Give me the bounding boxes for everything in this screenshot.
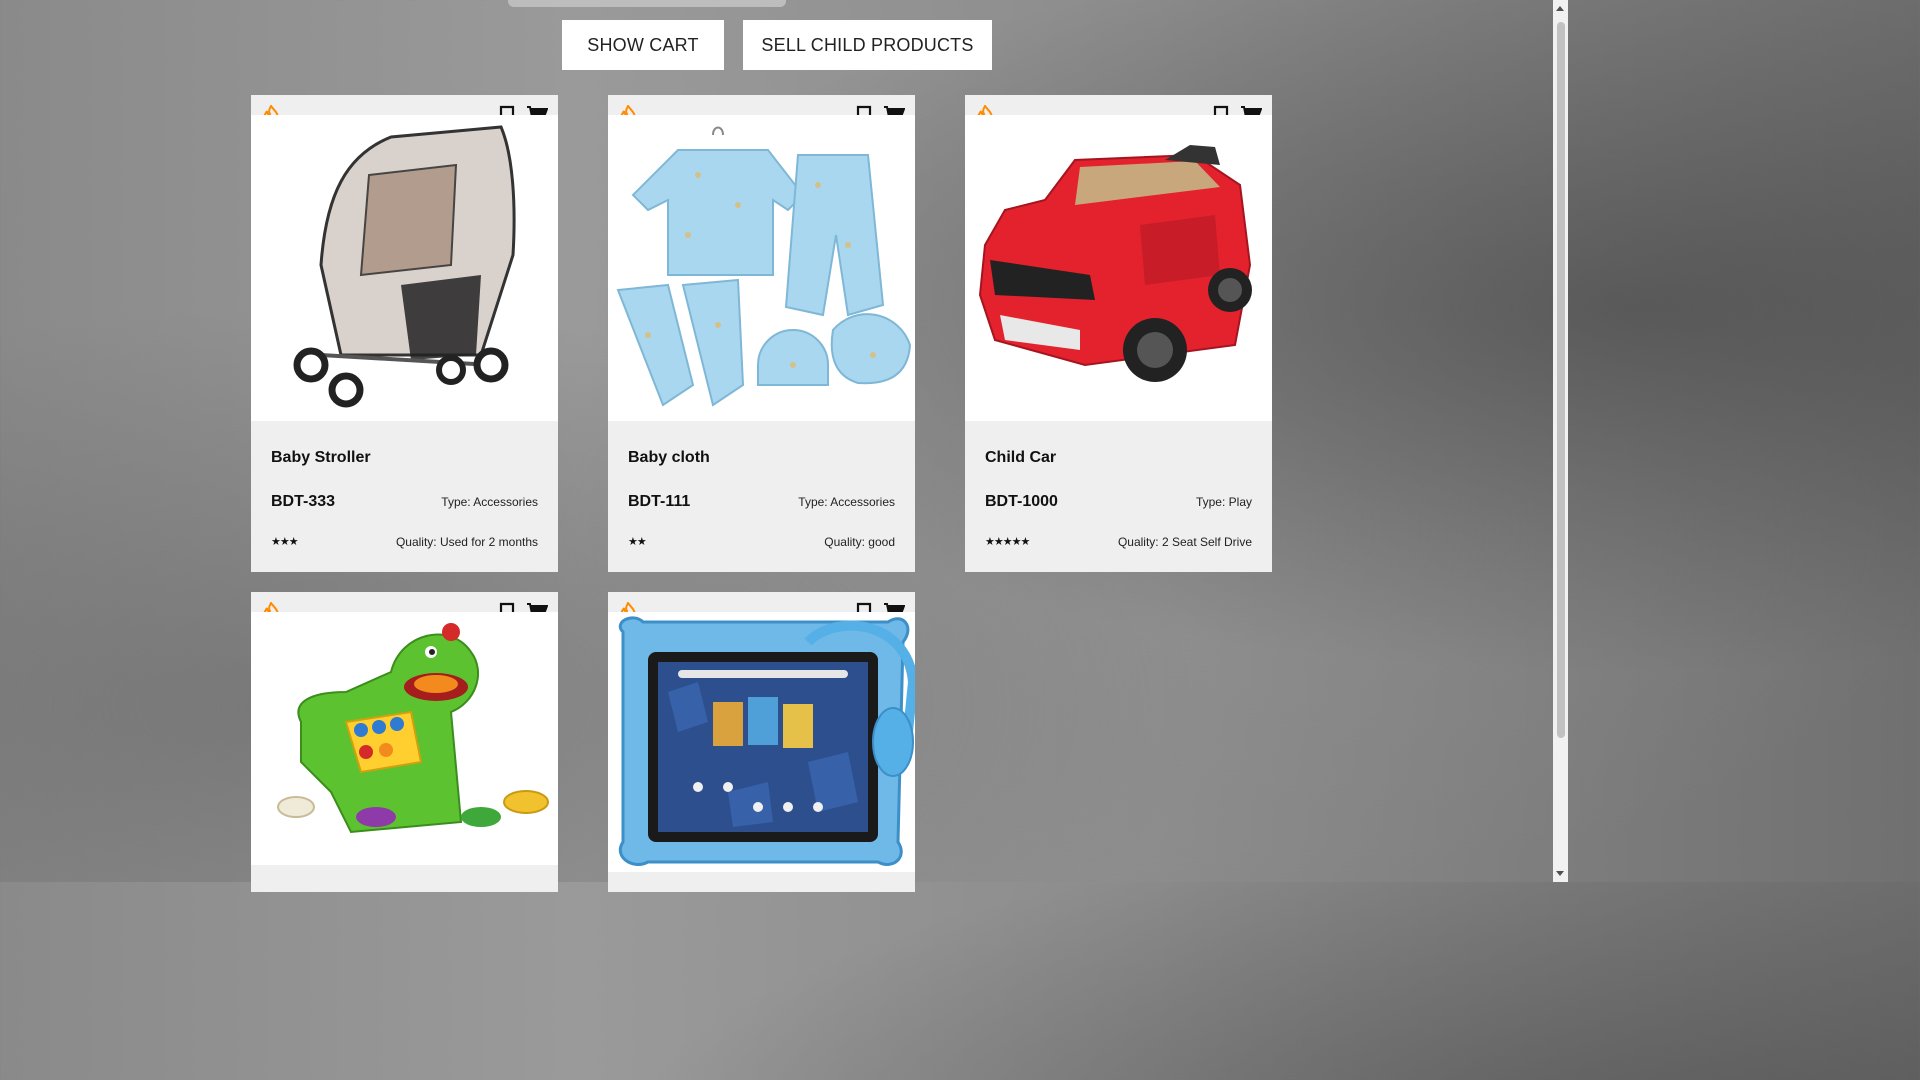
product-card: Child Car BDT-1000 Type: Play ★★★★★ Qual… <box>965 95 1272 572</box>
product-price: BDT-1000 <box>985 493 1058 510</box>
product-card <box>608 592 915 892</box>
product-image[interactable] <box>608 612 915 872</box>
vertical-scrollbar[interactable] <box>1553 0 1568 882</box>
product-name[interactable]: Baby Stroller <box>271 449 371 467</box>
sell-child-products-button[interactable]: SELL CHILD PRODUCTS <box>743 20 992 70</box>
product-card: Baby cloth BDT-111 Type: Accessories ★★ … <box>608 95 915 572</box>
product-type: Type: Play <box>1195 495 1252 509</box>
product-card: Baby Stroller BDT-333 Type: Accessories … <box>251 95 558 572</box>
product-quality: Quality: good <box>824 535 895 549</box>
product-image[interactable] <box>965 115 1272 421</box>
product-name[interactable]: Baby cloth <box>628 449 710 467</box>
product-type: Type: Accessories <box>798 495 895 509</box>
product-image[interactable] <box>608 115 915 421</box>
rating-stars: ★★ <box>628 535 647 548</box>
product-quality: Quality: 2 Seat Self Drive <box>1117 535 1252 549</box>
scrollbar-thumb[interactable] <box>1557 22 1565 738</box>
product-quality: Quality: Used for 2 months <box>395 535 538 549</box>
rating-stars: ★★★ <box>271 535 299 548</box>
rating-stars: ★★★★★ <box>985 535 1030 548</box>
product-name[interactable]: Child Car <box>985 449 1056 467</box>
product-card <box>251 592 558 892</box>
product-price: BDT-111 <box>628 493 691 510</box>
scroll-down-icon[interactable] <box>1556 871 1564 876</box>
scroll-up-icon[interactable] <box>1556 6 1564 11</box>
product-image[interactable] <box>251 115 558 421</box>
show-cart-button[interactable]: SHOW CART <box>562 20 724 70</box>
product-image[interactable] <box>251 612 558 865</box>
product-price: BDT-333 <box>271 493 336 510</box>
product-type: Type: Accessories <box>441 495 538 509</box>
search-bar-edge <box>508 0 786 7</box>
